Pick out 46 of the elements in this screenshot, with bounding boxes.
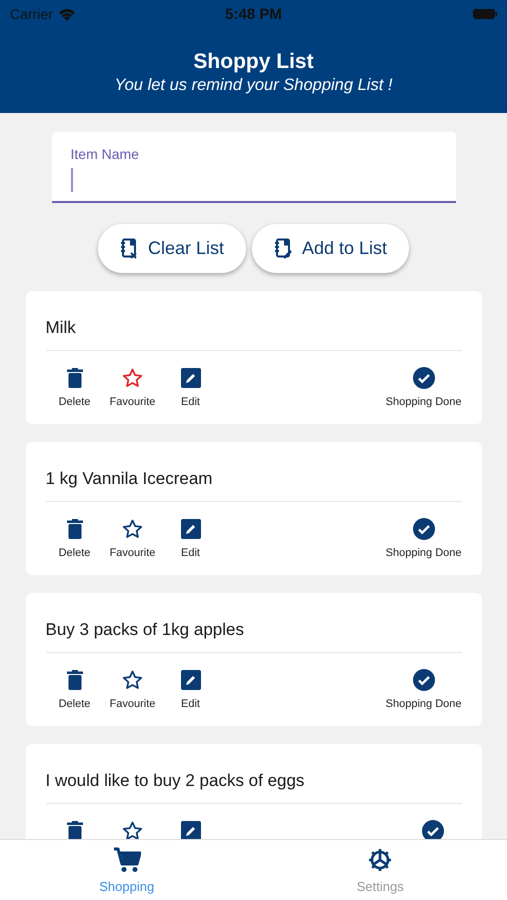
tab[interactable]: Settings: [254, 840, 507, 900]
edit-label: Edit: [181, 396, 200, 408]
edit-label: Edit: [181, 547, 200, 559]
check-circle-icon[interactable]: [412, 367, 435, 389]
star-icon[interactable]: [122, 820, 143, 839]
settings-icon: [367, 846, 394, 872]
edit-icon[interactable]: [180, 669, 200, 691]
cart-icon: [112, 846, 141, 872]
battery-icon: [473, 8, 497, 20]
check-circle-icon[interactable]: [412, 518, 435, 540]
status-time: 5:48 PM: [224, 6, 283, 22]
wifi-icon: [58, 8, 76, 20]
check-circle-icon[interactable]: [412, 669, 435, 691]
carrier-label: Carrier: [10, 6, 53, 22]
shopping-done-label: Shopping Done: [386, 396, 462, 408]
add-to-list-button[interactable]: Add to List: [252, 224, 410, 273]
item-name: 1 kg Vannila Icecream: [46, 469, 214, 489]
favourite-label: Favourite: [110, 698, 156, 710]
trash-icon[interactable]: [66, 518, 82, 540]
star-icon[interactable]: [122, 367, 143, 389]
app-subtitle: You let us remind your Shopping List !: [114, 76, 392, 95]
star-icon[interactable]: [122, 669, 143, 691]
item-name: Buy 3 packs of 1kg apples: [46, 620, 245, 640]
delete-label: Delete: [58, 396, 90, 408]
favourite-label: Favourite: [110, 396, 156, 408]
notebook-pen-icon: [274, 238, 292, 260]
trash-icon[interactable]: [66, 669, 82, 691]
delete-label: Delete: [58, 698, 90, 710]
star-icon[interactable]: [122, 518, 143, 540]
edit-icon[interactable]: [180, 367, 200, 389]
item-name: I would like to buy 2 packs of eggs: [46, 771, 306, 791]
trash-icon[interactable]: [66, 367, 82, 389]
edit-icon[interactable]: [180, 820, 200, 839]
notebook-x-icon: [120, 238, 138, 260]
app-title: Shoppy List: [193, 50, 314, 74]
edit-icon[interactable]: [180, 518, 200, 540]
shopping-done-label: Shopping Done: [386, 547, 462, 559]
favourite-label: Favourite: [110, 547, 156, 559]
shopping-done-label: Shopping Done: [386, 698, 462, 710]
clear-list-button[interactable]: Clear List: [98, 224, 246, 273]
item-name: Milk: [46, 318, 77, 338]
delete-label: Delete: [58, 547, 90, 559]
trash-icon[interactable]: [66, 820, 82, 839]
item-name-field[interactable]: Item Name: [52, 132, 456, 203]
edit-label: Edit: [181, 698, 200, 710]
tab[interactable]: Shopping: [0, 840, 254, 900]
